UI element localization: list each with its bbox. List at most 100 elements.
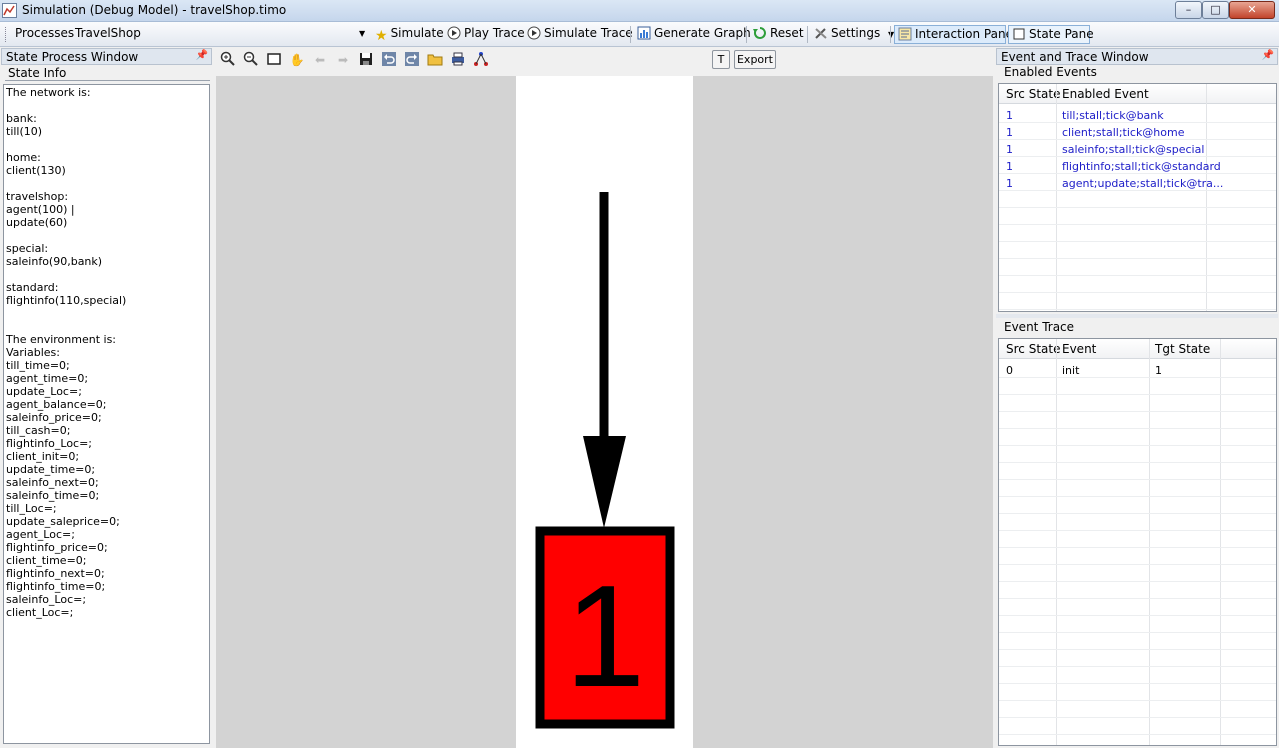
play-icon: [447, 26, 461, 40]
minimize-button[interactable]: –: [1175, 1, 1202, 19]
star-icon: ★: [375, 28, 388, 44]
export-button[interactable]: Export: [734, 50, 776, 69]
zoom-out-icon[interactable]: [242, 51, 260, 69]
reset-button[interactable]: Reset: [750, 25, 807, 44]
state-process-window-header: State Process Window 📌: [1, 48, 212, 65]
table-row[interactable]: 1 till;stall;tick@bank: [999, 109, 1276, 126]
state-pane-button[interactable]: State Pane: [1008, 25, 1094, 44]
state-info-label: State Info: [8, 66, 67, 80]
event-cell: saleinfo;stall;tick@special: [1062, 143, 1205, 156]
column-header[interactable]: Src State: [1006, 342, 1060, 356]
row-line: [999, 496, 1276, 497]
column-header[interactable]: Event: [1062, 342, 1096, 356]
grid-header: Src State Event Tgt State: [999, 339, 1276, 359]
redo-icon[interactable]: [403, 51, 421, 69]
row-line: [999, 615, 1276, 616]
divider: [5, 80, 210, 81]
tgt-state-cell: 1: [1155, 364, 1162, 377]
row-line: [999, 428, 1276, 429]
pan-hand-icon[interactable]: ✋: [288, 51, 306, 69]
event-trace-window-header: Event and Trace Window 📌: [996, 48, 1278, 65]
row-line: [999, 411, 1276, 412]
row-line: [999, 530, 1276, 531]
table-row[interactable]: 1 flightinfo;stall;tick@standard: [999, 160, 1276, 177]
table-row[interactable]: 0 init 1: [999, 364, 1276, 381]
row-line: [999, 224, 1276, 225]
src-state-cell: 1: [1006, 109, 1013, 122]
src-state-cell: 1: [1006, 126, 1013, 139]
process-value: TravelShop: [75, 26, 141, 40]
row-line: [999, 581, 1276, 582]
src-state-cell: 1: [1006, 143, 1013, 156]
event-cell: agent;update;stall;tick@tra...: [1062, 177, 1224, 190]
row-line: [999, 564, 1276, 565]
text-toggle-button[interactable]: T: [712, 50, 730, 69]
row-line: [999, 734, 1276, 735]
toolbar-grip[interactable]: [5, 27, 7, 42]
simulate-trace-button[interactable]: Simulate Trace: [524, 25, 636, 44]
row-line: [999, 547, 1276, 548]
src-state-cell: 1: [1006, 160, 1013, 173]
row-line: [999, 258, 1276, 259]
column-line: [1056, 339, 1057, 745]
src-state-cell: 0: [1006, 364, 1013, 377]
refresh-icon: [753, 26, 767, 40]
print-icon[interactable]: [449, 51, 467, 69]
zoom-in-icon[interactable]: [219, 51, 237, 69]
table-row[interactable]: 1 client;stall;tick@home: [999, 126, 1276, 143]
graph-drawing: 1: [535, 192, 675, 729]
row-line: [999, 479, 1276, 480]
simulate-trace-label: Simulate Trace: [544, 26, 633, 40]
column-line: [1149, 339, 1150, 745]
toolbar-separator: [630, 26, 631, 43]
maximize-button[interactable]: □: [1202, 1, 1229, 19]
simulate-button[interactable]: ★ Simulate: [372, 25, 447, 44]
select-rect-icon[interactable]: [265, 51, 283, 69]
enabled-events-grid[interactable]: Src State Enabled Event 1 till;stall;tic…: [998, 83, 1277, 312]
toolbar-separator: [890, 26, 891, 43]
open-folder-icon[interactable]: [426, 51, 444, 69]
settings-dropdown[interactable]: Settings ▼: [811, 25, 897, 44]
reset-label: Reset: [770, 26, 804, 40]
undo-icon[interactable]: [380, 51, 398, 69]
generate-graph-label: Generate Graph: [654, 26, 751, 40]
pin-icon[interactable]: 📌: [1262, 50, 1274, 61]
row-line: [999, 700, 1276, 701]
row-line: [999, 683, 1276, 684]
forward-arrow-icon[interactable]: ➡: [334, 51, 352, 69]
pane-icon: [898, 27, 912, 41]
save-icon[interactable]: [357, 51, 375, 69]
play-trace-label: Play Trace: [464, 26, 525, 40]
window-title: Simulation (Debug Model) - travelShop.ti…: [22, 3, 287, 17]
row-line: [999, 309, 1276, 310]
back-arrow-icon[interactable]: ⬅: [311, 51, 329, 69]
event-trace-label: Event Trace: [1004, 320, 1075, 334]
row-line: [999, 241, 1276, 242]
state-pane-label: State Pane: [1029, 27, 1094, 41]
row-line: [999, 513, 1276, 514]
src-state-cell: 1: [1006, 177, 1013, 190]
column-header[interactable]: Src State: [1006, 87, 1060, 101]
play-trace-button[interactable]: Play Trace: [444, 25, 528, 44]
process-dropdown[interactable]: TravelShop ▼: [72, 25, 372, 44]
state-info-text[interactable]: The network is: bank: till(10) home: cli…: [3, 84, 210, 744]
generate-graph-button[interactable]: Generate Graph: [634, 25, 754, 44]
row-line: [999, 462, 1276, 463]
checkbox-icon: [1012, 27, 1026, 41]
row-line: [999, 666, 1276, 667]
column-header[interactable]: Tgt State: [1155, 342, 1210, 356]
close-button[interactable]: ✕: [1229, 1, 1275, 19]
pin-icon[interactable]: 📌: [196, 50, 208, 61]
column-header[interactable]: Enabled Event: [1062, 87, 1149, 101]
table-row[interactable]: 1 agent;update;stall;tick@tra...: [999, 177, 1276, 194]
row-line: [999, 632, 1276, 633]
layout-tree-icon[interactable]: [472, 51, 490, 69]
simulate-label: Simulate: [390, 26, 444, 40]
splitter[interactable]: [996, 314, 1278, 318]
event-cell: init: [1062, 364, 1080, 377]
event-trace-grid[interactable]: Src State Event Tgt State 0 init 1: [998, 338, 1277, 746]
table-row[interactable]: 1 saleinfo;stall;tick@special: [999, 143, 1276, 160]
interaction-pane-button[interactable]: Interaction Pane: [894, 25, 1013, 44]
panel-title: Event and Trace Window: [1001, 50, 1149, 64]
settings-label: Settings: [831, 26, 881, 40]
